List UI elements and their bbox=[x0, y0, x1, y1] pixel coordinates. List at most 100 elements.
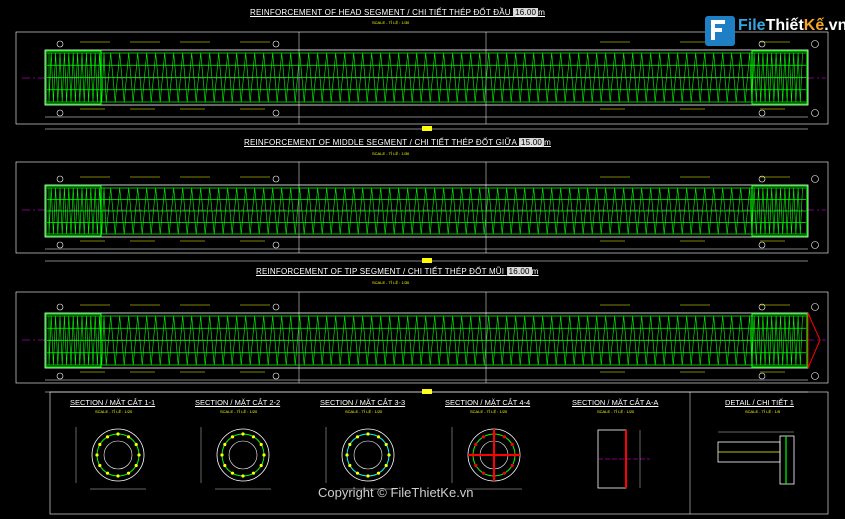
section-rebar-dot bbox=[510, 442, 514, 447]
section-rebar-dot bbox=[262, 453, 266, 457]
middle-section-marker bbox=[56, 241, 64, 249]
cad-drawing bbox=[15, 31, 829, 515]
section-rebar-dot bbox=[348, 442, 352, 447]
section-rebar-dot bbox=[223, 442, 227, 447]
section-rebar-dot bbox=[502, 471, 507, 475]
section-rebar-dot bbox=[259, 442, 263, 447]
tip-segment-title: REINFORCEMENT OF TIP SEGMENT / CHI TIẾT … bbox=[256, 267, 539, 276]
section-outer-circle bbox=[216, 428, 270, 482]
section-rebar-dot bbox=[251, 471, 256, 475]
tip-section-marker bbox=[272, 372, 280, 380]
head-section-marker bbox=[272, 40, 280, 48]
section-4-4-title: SECTION / MẶT CẮT 4-4 bbox=[445, 398, 531, 407]
section-rebar-dot bbox=[387, 453, 391, 457]
middle-frame bbox=[15, 161, 829, 254]
section-rebar-dot bbox=[474, 463, 478, 468]
middle-axis-marker bbox=[811, 175, 819, 183]
head-dim-label bbox=[422, 126, 432, 131]
section-1-1-scale: SCALE - TỈ LỆ : 1/20 bbox=[95, 409, 133, 414]
section-rebar-dot bbox=[126, 435, 131, 439]
section-1-1-title: SECTION / MẶT CẮT 1-1 bbox=[70, 398, 156, 407]
section-spiral-ring bbox=[346, 433, 390, 477]
head-segment-scale: SCALE - TỈ LỆ : 1/30 bbox=[372, 20, 410, 25]
section-outer-circle bbox=[341, 428, 395, 482]
tip-segment-scale: SCALE - TỈ LỆ : 1/30 bbox=[372, 280, 410, 285]
section-rebar-dot bbox=[481, 435, 486, 439]
section-rebar-dot bbox=[98, 442, 102, 447]
section-rebar-dot bbox=[105, 435, 110, 439]
section-rebar-dot bbox=[134, 463, 138, 468]
section-rebar-dot bbox=[345, 453, 349, 457]
middle-dim-label bbox=[422, 258, 432, 263]
section-rebar-dot bbox=[116, 432, 120, 436]
tip-section-marker bbox=[272, 303, 280, 311]
section-rebar-dot bbox=[134, 442, 138, 447]
section-3-3-title: SECTION / MẶT CẮT 3-3 bbox=[320, 398, 406, 407]
section-rebar-dot bbox=[95, 453, 99, 457]
section-rebar-dot bbox=[384, 442, 388, 447]
tip-dim-label bbox=[422, 389, 432, 394]
section-rebar-dot bbox=[241, 432, 245, 436]
middle-section-marker bbox=[758, 241, 766, 249]
section-rebar-dot bbox=[348, 463, 352, 468]
head-section-marker bbox=[272, 109, 280, 117]
section-a-a-title: SECTION / MẶT CẮT A-A bbox=[572, 398, 659, 407]
section-rebar-dot bbox=[355, 471, 360, 475]
tip-tip-cone bbox=[807, 312, 821, 369]
section-rebar-dot bbox=[376, 435, 381, 439]
section-inner-circle bbox=[228, 440, 258, 470]
section-rebar-dot bbox=[230, 471, 235, 475]
copyright-watermark: Copyright © FileThietKe.vn bbox=[318, 485, 474, 500]
section-rebar-dot bbox=[223, 463, 227, 468]
tip-axis-marker bbox=[811, 372, 819, 380]
section-rebar-dot bbox=[116, 474, 120, 478]
detail-1-scale: SCALE - TỈ LỆ : 1/5 bbox=[745, 409, 781, 414]
middle-segment-scale: SCALE - TỈ LỆ : 1/30 bbox=[372, 151, 410, 156]
tip-axis-marker bbox=[811, 303, 819, 311]
middle-axis-marker bbox=[811, 241, 819, 249]
head-axis-marker bbox=[811, 109, 819, 117]
section-rebar-dot bbox=[510, 463, 514, 468]
section-inner-circle bbox=[103, 440, 133, 470]
section-rebar-dot bbox=[384, 463, 388, 468]
section-spiral-ring bbox=[221, 433, 265, 477]
middle-segment-title: REINFORCEMENT OF MIDDLE SEGMENT / CHI TI… bbox=[244, 138, 551, 147]
head-segment-title: REINFORCEMENT OF HEAD SEGMENT / CHI TIẾT… bbox=[250, 8, 546, 17]
section-rebar-dot bbox=[241, 474, 245, 478]
section-2-2-title: SECTION / MẶT CẮT 2-2 bbox=[195, 398, 281, 407]
section-4-4-scale: SCALE - TỈ LỆ : 1/20 bbox=[470, 409, 508, 414]
section-rebar-dot bbox=[481, 471, 486, 475]
section-2-2-scale: SCALE - TỈ LỆ : 1/20 bbox=[220, 409, 258, 414]
section-rebar-dot bbox=[366, 432, 370, 436]
middle-section-marker bbox=[272, 175, 280, 183]
tip-section-marker bbox=[56, 303, 64, 311]
section-outer-circle bbox=[91, 428, 145, 482]
section-rebar-dot bbox=[251, 435, 256, 439]
tip-section-marker bbox=[758, 372, 766, 380]
section-inner-circle bbox=[353, 440, 383, 470]
section-rebar-dot bbox=[259, 463, 263, 468]
tip-frame bbox=[15, 291, 829, 384]
section-rebar-dot bbox=[502, 435, 507, 439]
middle-section-marker bbox=[56, 175, 64, 183]
section-a-a-scale: SCALE - TỈ LỆ : 1/20 bbox=[597, 409, 635, 414]
section-rebar-dot bbox=[376, 471, 381, 475]
section-rebar-dot bbox=[230, 435, 235, 439]
section-rebar-dot bbox=[126, 471, 131, 475]
section-rebar-dot bbox=[105, 471, 110, 475]
section-3-3-scale: SCALE - TỈ LỆ : 1/20 bbox=[345, 409, 383, 414]
section-rebar-dot bbox=[98, 463, 102, 468]
head-section-marker bbox=[56, 40, 64, 48]
head-section-marker bbox=[758, 109, 766, 117]
logo-wordmark: FileThiếtKế.vn bbox=[738, 17, 845, 34]
detail-1-plate bbox=[779, 435, 795, 485]
tip-section-marker bbox=[56, 372, 64, 380]
head-section-marker bbox=[56, 109, 64, 117]
section-spiral-ring bbox=[96, 433, 140, 477]
section-rebar-dot bbox=[137, 453, 141, 457]
middle-section-marker bbox=[272, 241, 280, 249]
section-rebar-dot bbox=[366, 474, 370, 478]
section-rebar-dot bbox=[355, 435, 360, 439]
section-rebar-dot bbox=[220, 453, 224, 457]
section-rebar-dot bbox=[474, 442, 478, 447]
